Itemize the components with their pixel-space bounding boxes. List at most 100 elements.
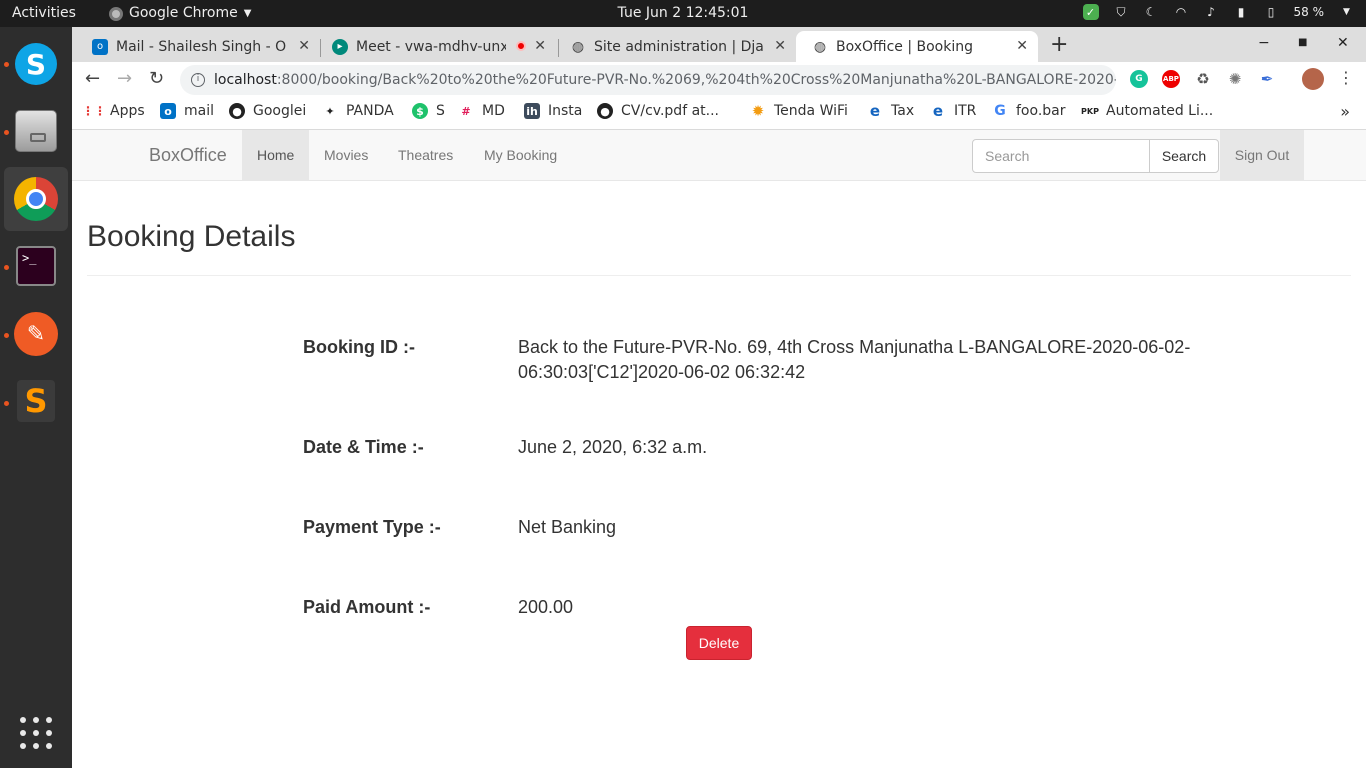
nav-link-theatres[interactable]: Theatres [383, 130, 468, 181]
dock-terminal[interactable]: >_ [4, 234, 68, 298]
show-applications-button[interactable] [4, 701, 68, 765]
site-brand[interactable]: BoxOffice [149, 145, 227, 166]
paid-amount-label: Paid Amount :- [303, 597, 431, 617]
bookmark-md[interactable]: # MD [458, 103, 505, 119]
sublime-text-icon: S [17, 380, 55, 422]
search-input[interactable] [972, 139, 1150, 173]
shield-check-icon[interactable]: ✓ [1082, 4, 1099, 20]
page-title: Booking Details [87, 220, 296, 253]
nav-link-movies[interactable]: Movies [309, 130, 383, 181]
search-button[interactable]: Search [1149, 139, 1219, 173]
app-menu[interactable]: Google Chrome ▼ [109, 5, 251, 22]
night-light-icon[interactable]: ☾ [1144, 5, 1159, 20]
github-icon: ● [229, 103, 245, 119]
dock-postman[interactable]: ✎ [4, 302, 68, 366]
bookmark-label: S [436, 103, 445, 119]
chevron-right-icon[interactable]: » [1340, 102, 1350, 121]
close-icon[interactable]: ✕ [534, 38, 546, 54]
chevron-down-icon[interactable]: ▼ [1339, 5, 1354, 20]
bookmark-foo-bar[interactable]: G foo.bar [992, 103, 1065, 119]
recording-icon [516, 41, 526, 51]
info-icon[interactable]: i [191, 73, 205, 87]
microphone-icon[interactable]: ▮ [1234, 5, 1249, 20]
feather-icon[interactable]: ✒ [1258, 70, 1276, 88]
tab-boxoffice-booking[interactable]: ◍ BoxOffice | Booking ✕ [796, 31, 1038, 62]
system-top-bar: Activities Tue Jun 2 12:45:01 Google Chr… [0, 0, 1366, 27]
system-tray[interactable]: ✓ ⛉ ☾ ◠ ♪ ▮ ▯ 58 % ▼ [1082, 4, 1355, 20]
bookmark-label: Tenda WiFi [774, 103, 848, 119]
volume-icon[interactable]: ♪ [1204, 5, 1219, 20]
shield-icon[interactable]: ⛉ [1114, 5, 1129, 20]
new-tab-button[interactable]: + [1050, 32, 1068, 57]
recycle-icon[interactable]: ♻ [1194, 70, 1212, 88]
panda-icon: ✦ [325, 104, 335, 118]
gear-icon: ✹ [751, 102, 765, 120]
close-window-button[interactable]: ✕ [1337, 35, 1349, 51]
wifi-icon[interactable]: ◠ [1174, 5, 1189, 20]
dock-google-chrome[interactable] [4, 167, 68, 231]
paid-amount-value: 200.00 [518, 597, 574, 617]
avatar[interactable] [1302, 68, 1324, 90]
tab-mail[interactable]: o Mail - Shailesh Singh - Out ✕ [76, 31, 320, 62]
bookmark-itr[interactable]: e ITR [930, 102, 977, 120]
address-bar[interactable]: i localhost:8000/booking/Back%20to%20the… [180, 65, 1116, 95]
outlook-icon: o [160, 103, 176, 119]
date-time-value: June 2, 2020, 6:32 a.m. [518, 437, 708, 457]
bookmark-s[interactable]: $ S [412, 103, 445, 119]
forward-icon[interactable]: → [117, 68, 132, 89]
minimize-button[interactable]: − [1258, 35, 1270, 51]
battery-percentage: 58 % [1293, 5, 1325, 19]
bookmark-label: Googlei [253, 103, 307, 119]
bookmark-tenda-wifi[interactable]: ✹ Tenda WiFi [750, 102, 848, 120]
maximize-button[interactable]: ■ [1298, 37, 1307, 48]
close-icon[interactable]: ✕ [774, 38, 786, 54]
back-icon[interactable]: ← [85, 68, 100, 89]
bookmark-panda[interactable]: ✦ PANDA [322, 103, 393, 119]
dock-skype[interactable]: S [4, 32, 68, 96]
chrome-icon [14, 177, 58, 221]
s-badge-icon: $ [412, 103, 428, 119]
dock-sublime-text[interactable]: S [4, 369, 68, 433]
reload-icon[interactable]: ↻ [149, 68, 164, 89]
title-divider [87, 275, 1351, 276]
dock-files[interactable] [4, 99, 68, 163]
more-menu-icon[interactable]: ⋮ [1338, 68, 1354, 87]
meet-icon: ▸ [332, 38, 348, 55]
files-icon [15, 110, 57, 152]
bookmark-label: MD [482, 103, 505, 119]
github-icon: ● [597, 103, 613, 119]
nav-link-home[interactable]: Home [242, 130, 310, 181]
delete-button[interactable]: Delete [686, 626, 752, 660]
globe-icon: ◍ [571, 38, 585, 55]
bookmark-mail[interactable]: o mail [160, 103, 214, 119]
bookmark-automated-li[interactable]: PKP Automated Li... [1081, 103, 1214, 119]
grammarly-icon[interactable]: G [1130, 70, 1148, 88]
app-grid-icon [20, 717, 52, 749]
e-icon: e [932, 102, 944, 120]
adblock-icon[interactable]: ABP [1162, 70, 1180, 88]
payment-type-value: Net Banking [518, 517, 617, 537]
booking-id-label: Booking ID :- [303, 337, 415, 357]
bookmark-label: CV/cv.pdf at... [621, 103, 719, 119]
bookmark-label: Automated Li... [1106, 103, 1214, 119]
postman-icon: ✎ [14, 312, 58, 356]
bookmark-label: mail [184, 103, 214, 119]
bookmark-apps[interactable]: ⋮⋮ Apps [82, 103, 145, 119]
sign-out-link[interactable]: Sign Out [1220, 130, 1304, 181]
bookmark-insta[interactable]: ih Insta [524, 103, 582, 119]
url-host: localhost [214, 72, 277, 88]
ih-icon: ih [524, 103, 540, 119]
close-icon[interactable]: ✕ [298, 38, 310, 54]
terminal-icon: >_ [16, 246, 56, 286]
close-icon[interactable]: ✕ [1016, 38, 1028, 54]
bookmark-tax[interactable]: e Tax [867, 102, 914, 120]
nav-link-my-booking[interactable]: My Booking [469, 130, 572, 181]
tab-site-administration[interactable]: ◍ Site administration | Djan ✕ [554, 31, 796, 62]
google-icon: G [994, 103, 1006, 119]
tab-meet[interactable]: ▸ Meet - vwa-mdhv-unx ✕ [316, 31, 556, 62]
bookmark-googlei[interactable]: ● Googlei [229, 103, 306, 119]
browser-toolbar: ← → ↻ i localhost:8000/booking/Back%20to… [72, 62, 1366, 97]
extension-icon[interactable]: ✺ [1226, 70, 1244, 88]
battery-icon[interactable]: ▯ [1264, 5, 1279, 20]
bookmark-cv[interactable]: ● CV/cv.pdf at... [597, 103, 719, 119]
